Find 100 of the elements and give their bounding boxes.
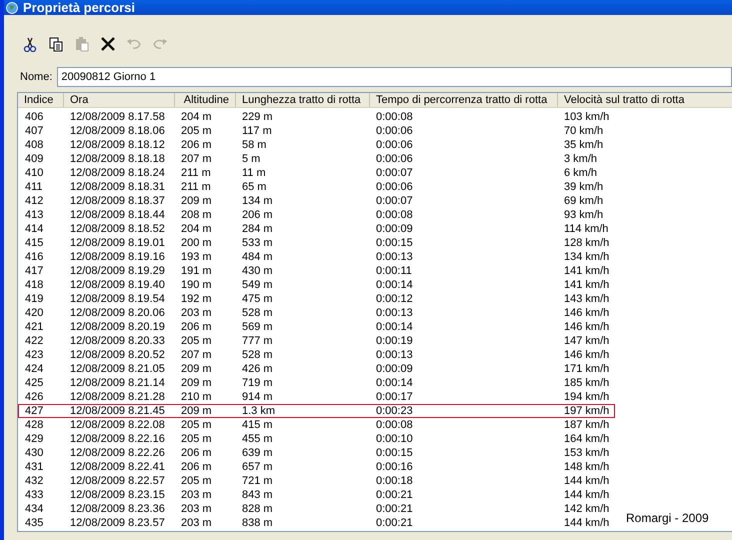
- table-cell: 431: [25, 461, 44, 473]
- copy-icon[interactable]: [48, 36, 64, 52]
- table-cell: 0:00:07: [376, 167, 413, 179]
- table-cell: 417: [25, 265, 44, 277]
- table-cell: 12/08/2009 8.18.24: [70, 167, 165, 179]
- table-cell: 12/08/2009 8.18.44: [70, 209, 165, 221]
- table-cell: 211 m: [181, 167, 211, 179]
- table-cell: 408: [25, 139, 44, 151]
- table-cell: 143 km/h: [564, 293, 610, 305]
- globe-icon: [6, 2, 18, 14]
- table-cell: 211 m: [181, 181, 211, 193]
- cut-icon[interactable]: [22, 36, 38, 52]
- table-cell: 192 m: [181, 293, 212, 305]
- table-cell: 187 km/h: [564, 419, 610, 431]
- table-cell: 5 m: [242, 153, 260, 165]
- delete-icon[interactable]: [100, 36, 116, 52]
- table-cell: 528 m: [242, 349, 273, 361]
- table-cell: 719 m: [242, 377, 273, 389]
- table-cell: 209 m: [181, 405, 212, 417]
- table-cell: 229 m: [242, 111, 273, 123]
- table-cell: 12/08/2009 8.22.16: [70, 433, 165, 445]
- table-cell: 191 m: [181, 265, 212, 277]
- table-cell: 12/08/2009 8.22.08: [70, 419, 165, 431]
- table-cell: 146 km/h: [564, 307, 610, 319]
- table-cell: 0:00:06: [376, 125, 413, 137]
- table-cell: 207 m: [181, 349, 212, 361]
- table-cell: 12/08/2009 8.19.16: [70, 251, 165, 263]
- table-cell: 426 m: [242, 363, 273, 375]
- table-cell: 528 m: [242, 307, 273, 319]
- table-cell: 426: [25, 391, 44, 403]
- table-cell: 0:00:21: [376, 503, 413, 515]
- table-cell: 164 km/h: [564, 433, 610, 445]
- table-cell: 0:00:08: [376, 111, 413, 123]
- table-cell: 414: [25, 223, 44, 235]
- table-cell: 12/08/2009 8.18.06: [70, 125, 165, 137]
- table-cell: 0:00:06: [376, 181, 413, 193]
- column-header[interactable]: Velocità sul tratto di rotta: [558, 93, 732, 107]
- table-cell: 1.3 km: [242, 405, 276, 417]
- table-cell: 12/08/2009 8.22.57: [70, 475, 165, 487]
- table-cell: 12/08/2009 8.19.54: [70, 293, 165, 305]
- column-header[interactable]: Indice: [18, 93, 64, 107]
- table-cell: 721 m: [242, 475, 273, 487]
- table-cell: 12/08/2009 8.23.57: [70, 517, 165, 529]
- column-header[interactable]: Tempo di percorrenza tratto di rotta: [370, 93, 558, 107]
- table-cell: 12/08/2009 8.23.36: [70, 503, 165, 515]
- name-field[interactable]: 20090812 Giorno 1: [57, 67, 732, 87]
- table-cell: 430: [25, 447, 44, 459]
- table-cell: 430 m: [242, 265, 273, 277]
- table-cell: 419: [25, 293, 44, 305]
- table-cell: 412: [25, 195, 44, 207]
- table-cell: 204 m: [181, 111, 212, 123]
- table-cell: 206 m: [181, 447, 212, 459]
- table-cell: 70 km/h: [564, 125, 604, 137]
- table-cell: 533 m: [242, 237, 273, 249]
- table-cell: 413: [25, 209, 44, 221]
- table-cell: 35 km/h: [564, 139, 604, 151]
- column-header[interactable]: Altitudine: [175, 93, 236, 107]
- field-label: Nome:: [20, 70, 52, 85]
- table-cell: 134 m: [242, 195, 273, 207]
- table-cell: 12/08/2009 8.21.45: [70, 405, 165, 417]
- table-cell: 415 m: [242, 419, 273, 431]
- table-cell: 0:00:10: [376, 433, 413, 445]
- table-cell: 0:00:19: [376, 335, 413, 347]
- table-cell: 11 m: [242, 167, 266, 179]
- table-cell: 203 m: [181, 503, 212, 515]
- table-cell: 406: [25, 111, 44, 123]
- table-cell: 205 m: [181, 475, 212, 487]
- table-cell: 0:00:13: [376, 349, 413, 361]
- table-cell: 0:00:08: [376, 209, 413, 221]
- table-cell: 12/08/2009 8.18.37: [70, 195, 165, 207]
- table-cell: 411: [25, 181, 43, 193]
- table-cell: 103 km/h: [564, 111, 610, 123]
- table-cell: 424: [25, 363, 44, 375]
- table-cell: 0:00:16: [376, 461, 413, 473]
- table-cell: 205 m: [181, 335, 212, 347]
- table-cell: 141 km/h: [564, 265, 610, 277]
- column-header[interactable]: Lunghezza tratto di rotta: [236, 93, 370, 107]
- table-cell: 185 km/h: [564, 377, 610, 389]
- table-cell: 410: [25, 167, 44, 179]
- table-cell: 427: [25, 405, 44, 417]
- table-cell: 209 m: [181, 363, 212, 375]
- table-cell: 206 m: [181, 139, 212, 151]
- table-cell: 197 km/h: [564, 405, 610, 417]
- table-cell: 193 m: [181, 251, 212, 263]
- table-cell: 0:00:15: [376, 447, 413, 459]
- table-cell: 128 km/h: [564, 237, 610, 249]
- table-cell: 12/08/2009 8.21.28: [70, 391, 165, 403]
- table-cell: 484 m: [242, 251, 273, 263]
- table-cell: 409: [25, 153, 44, 165]
- table-cell: 12/08/2009 8.20.06: [70, 307, 165, 319]
- table-cell: 0:00:06: [376, 139, 413, 151]
- table-cell: 843 m: [242, 489, 273, 501]
- table-cell: 418: [25, 279, 44, 291]
- table-cell: 569 m: [242, 321, 273, 333]
- table-cell: 209 m: [181, 195, 212, 207]
- table-cell: 69 km/h: [564, 195, 604, 207]
- table-cell: 134 km/h: [564, 251, 610, 263]
- column-header[interactable]: Ora: [64, 93, 175, 107]
- table-cell: 12/08/2009 8.18.52: [70, 223, 165, 235]
- table-cell: 415: [25, 237, 44, 249]
